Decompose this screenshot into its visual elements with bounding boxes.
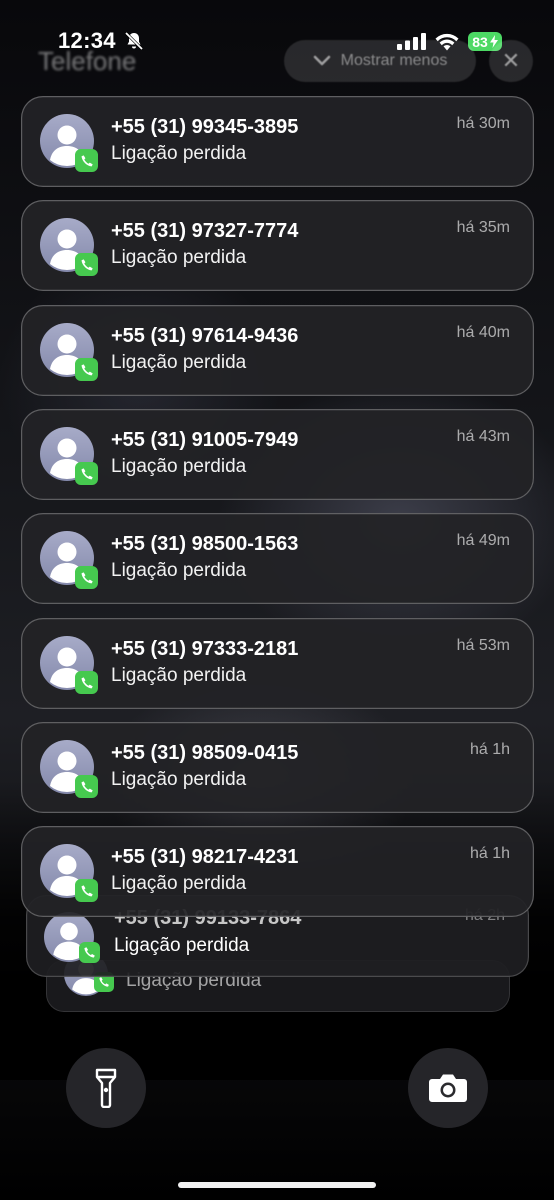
phone-icon [81, 676, 93, 688]
phone-icon [81, 258, 93, 270]
notification-time: há 1h [469, 845, 510, 862]
phone-app-badge [75, 775, 98, 798]
notification-time: há 49m [456, 532, 510, 549]
notification-title: +55 (31) 97333-2181 [111, 638, 299, 660]
clear-notifications-button[interactable]: ✕ [489, 40, 533, 82]
notification-title: +55 (31) 99345-3895 [111, 116, 299, 138]
notification-time: há 53m [456, 637, 510, 654]
notification-body: Ligação perdida [111, 143, 247, 164]
phone-icon [99, 977, 109, 987]
phone-app-badge [75, 462, 98, 485]
notification-time: há 35m [456, 219, 510, 236]
show-less-button[interactable]: Mostrar menos [284, 40, 476, 82]
home-indicator[interactable] [178, 1182, 376, 1188]
chevron-down-icon [313, 55, 330, 66]
flashlight-icon [95, 1068, 117, 1108]
flashlight-button[interactable] [66, 1048, 146, 1128]
notification-body: Ligação perdida [111, 456, 247, 477]
notification-title: +55 (31) 98500-1563 [111, 533, 299, 555]
lock-screen: 12:34 83 Telefone Mostrar menos ✕ Ligaçã… [0, 0, 554, 1200]
phone-app-badge [75, 566, 98, 589]
notification-title: +55 (31) 97327-7774 [111, 220, 299, 242]
missed-call-notification[interactable]: +55 (31) 91005-7949 Ligação perdida há 43m [21, 409, 534, 500]
notification-body: Ligação perdida [114, 935, 250, 956]
phone-app-badge [75, 253, 98, 276]
phone-app-badge [75, 671, 98, 694]
notification-title: +55 (31) 91005-7949 [111, 429, 299, 451]
camera-button[interactable] [408, 1048, 488, 1128]
phone-icon [81, 467, 93, 479]
phone-icon [81, 884, 93, 896]
missed-call-notification[interactable]: +55 (31) 98500-1563 Ligação perdida há 49m [21, 513, 534, 604]
phone-app-badge [75, 879, 98, 902]
missed-call-notification[interactable]: +55 (31) 98217-4231 Ligação perdida há 1h [21, 826, 534, 917]
notification-title: +55 (31) 98509-0415 [111, 742, 299, 764]
notification-body: Ligação perdida [111, 873, 247, 894]
close-icon: ✕ [501, 48, 521, 73]
notification-time: há 40m [456, 324, 510, 341]
missed-call-notification[interactable]: +55 (31) 97614-9436 Ligação perdida há 40m [21, 305, 534, 396]
notification-time: há 30m [456, 115, 510, 132]
battery-level: 83 [472, 33, 488, 50]
notification-title: +55 (31) 97614-9436 [111, 325, 299, 347]
phone-app-badge [79, 942, 100, 963]
phone-app-badge [75, 358, 98, 381]
notification-time: há 43m [456, 428, 510, 445]
phone-icon [81, 571, 93, 583]
missed-call-notification[interactable]: +55 (31) 97327-7774 Ligação perdida há 35m [21, 200, 534, 291]
notification-body: Ligação perdida [111, 769, 247, 790]
show-less-label: Mostrar menos [340, 52, 448, 69]
phone-icon [81, 363, 93, 375]
notification-time: há 1h [469, 741, 510, 758]
notification-title: +55 (31) 98217-4231 [111, 846, 299, 868]
notification-body: Ligação perdida [111, 352, 247, 373]
notification-group-title: Telefone [38, 46, 137, 76]
phone-app-badge [75, 149, 98, 172]
phone-icon [81, 154, 93, 166]
notification-body: Ligação perdida [111, 560, 247, 581]
missed-call-notification[interactable]: +55 (31) 99345-3895 Ligação perdida há 30m [21, 96, 534, 187]
missed-call-notification[interactable]: +55 (31) 98509-0415 Ligação perdida há 1h [21, 722, 534, 813]
notification-body: Ligação perdida [111, 665, 247, 686]
notification-body: Ligação perdida [111, 247, 247, 268]
phone-icon [81, 780, 93, 792]
camera-icon [429, 1074, 467, 1102]
phone-icon [84, 947, 95, 958]
missed-call-notification[interactable]: +55 (31) 97333-2181 Ligação perdida há 53m [21, 618, 534, 709]
